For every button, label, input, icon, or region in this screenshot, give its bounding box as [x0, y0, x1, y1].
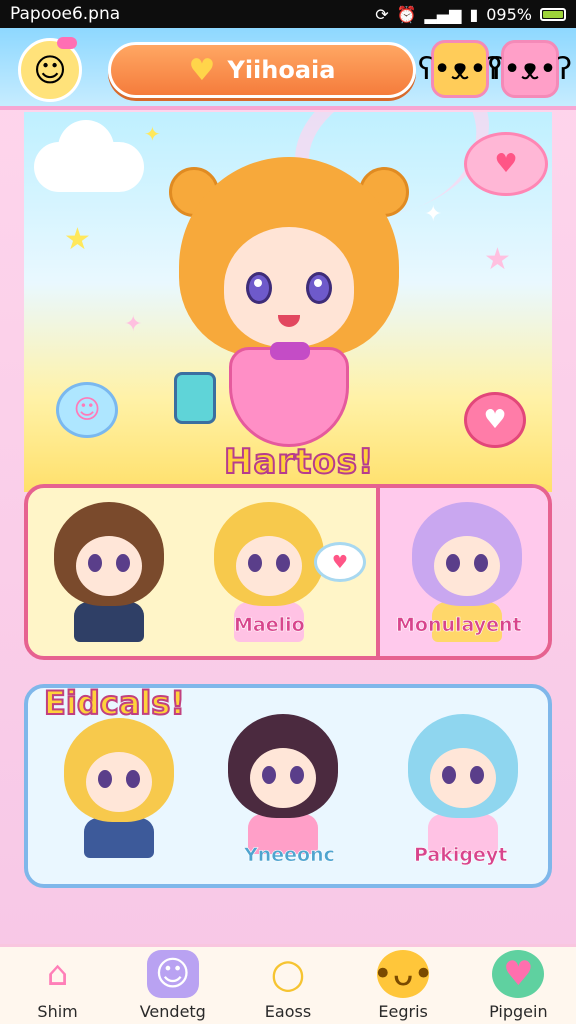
status-bar: Papooe6.pna ⟳ ⏰ ▂▄▆ ▮ 095% [0, 0, 576, 28]
cloud-decoration [34, 120, 144, 192]
nav-label: Shim [37, 1002, 78, 1021]
character-card[interactable] [44, 502, 174, 642]
ring-icon: ○ [270, 951, 306, 997]
character-card[interactable] [218, 714, 348, 854]
mouth [278, 315, 300, 327]
character-card[interactable] [398, 714, 528, 854]
char-face [434, 536, 500, 596]
character-card[interactable] [54, 718, 184, 858]
jar-icon: ♥ [492, 950, 545, 998]
hero-dress [229, 347, 349, 447]
eye [306, 272, 332, 304]
star-icon: ★ [64, 222, 91, 257]
nav-label: Eegris [378, 1002, 428, 1021]
eye [246, 272, 272, 304]
star-icon: ✦ [124, 312, 143, 337]
hero-character[interactable] [169, 157, 409, 457]
bear-button-1[interactable]: ʕ•ᴥ•ʔ [418, 40, 502, 98]
pet-icon: ☺ [146, 950, 199, 998]
bow-icon [57, 37, 77, 49]
char-hair [228, 714, 338, 818]
char-hair [64, 718, 174, 822]
bird-icon: •ᴗ• [373, 950, 434, 998]
character-label: Maelio [234, 614, 305, 637]
heart-icon: ♥ [188, 52, 216, 88]
scene-title: Hartos! [223, 441, 375, 483]
bottom-nav: ⌂ Shim ☺ Vendetg ○ Eaoss •ᴗ• Eegris ♥ Pi… [0, 944, 576, 1024]
char-hair [214, 502, 324, 606]
battery-percent: 095% [486, 4, 532, 24]
title-banner[interactable]: ♥ Yiihoaia [108, 42, 416, 98]
heart-bubble-icon: ♥ [464, 132, 548, 196]
nav-item-pet[interactable]: ☺ Vendetg [123, 950, 223, 1021]
char-face [86, 752, 152, 812]
sync-icon: ⟳ [375, 4, 389, 24]
status-app-name: Papooe6.pna [10, 4, 121, 24]
nav-item-home[interactable]: ⌂ Shim [8, 950, 108, 1021]
avatar-face-icon: ☺ [33, 51, 67, 89]
battery-icon [540, 7, 566, 21]
char-outfit [84, 818, 154, 858]
nav-label: Eaoss [264, 1002, 312, 1021]
character-label: Yneeonc [244, 844, 336, 867]
character-label: Monulayent [396, 614, 522, 637]
character-label: Pakigeyt [414, 844, 508, 867]
game-title: Yiihoaia [227, 56, 336, 84]
section-title: Eidcals! [43, 683, 186, 723]
alarm-icon: ⏰ [396, 4, 417, 24]
status-icons: ⟳ ⏰ ▂▄▆ ▮ 095% [375, 5, 566, 24]
character-row-1: ♥ Maelio Monulayent [24, 484, 552, 660]
avatar-girl-icon[interactable]: ☺ [18, 37, 82, 102]
nav-item-ring[interactable]: ○ Eaoss [238, 950, 338, 1021]
char-face [236, 536, 302, 596]
hero-face [224, 227, 354, 347]
char-hair [408, 714, 518, 818]
bear-face-icon: ʕ•ᴥ•ʔ [487, 51, 573, 87]
nav-item-bird[interactable]: •ᴗ• Eegris [353, 950, 453, 1021]
char-outfit [74, 602, 144, 642]
hero-scene: ★ ★ ✦ ✦ ✦ ♥ ☺ ♥ Hartos! [24, 112, 552, 492]
home-icon: ⌂ [46, 954, 69, 994]
battery-fill [543, 10, 563, 18]
smile-bubble-icon: ☺ [56, 382, 118, 438]
nav-item-jar[interactable]: ♥ Pipgein [468, 950, 568, 1021]
heart-bubble-icon: ♥ [314, 542, 366, 582]
sparkle-icon: ✦ [424, 202, 443, 227]
char-face [250, 748, 316, 808]
star-icon: ✦ [144, 122, 161, 146]
hero-bow [270, 342, 310, 360]
header: ☺ ♥ Yiihoaia ʕ•ᴥ•ʔ ʕ•ᴥ•ʔ [0, 28, 576, 110]
star-icon: ★ [484, 242, 511, 277]
game-device-icon [174, 372, 216, 424]
nav-label: Vendetg [139, 1002, 206, 1021]
char-face [76, 536, 142, 596]
nav-label: Pipgein [489, 1002, 548, 1021]
signal-icon: ▂▄▆ [424, 4, 462, 24]
sim-icon: ▮ [469, 4, 479, 24]
heart-bubble-icon: ♥ [464, 392, 526, 448]
char-hair [54, 502, 164, 606]
char-hair [412, 502, 522, 606]
bear-button-2[interactable]: ʕ•ᴥ•ʔ [488, 40, 572, 98]
char-face [430, 748, 496, 808]
